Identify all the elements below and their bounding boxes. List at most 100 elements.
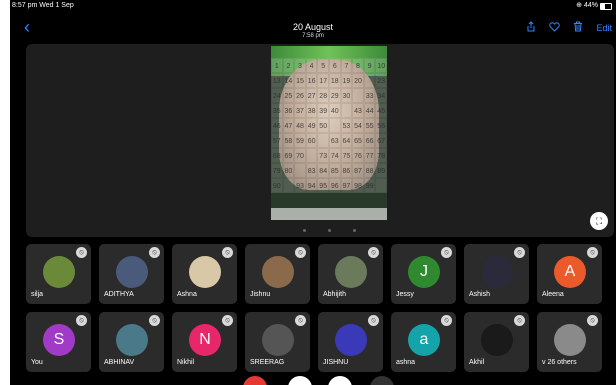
grid-number <box>352 88 364 103</box>
participant-tile[interactable]: ⦸ Akhil <box>464 312 529 372</box>
mic-button[interactable] <box>288 376 312 385</box>
grid-number: 99 <box>363 178 376 193</box>
grid-number: 24 <box>271 88 283 103</box>
camera-button[interactable] <box>328 376 352 385</box>
participant-tile[interactable]: ⦸ Ashish <box>464 244 529 304</box>
grid-number: 45 <box>375 103 387 118</box>
mic-muted-icon: ⦸ <box>514 247 525 258</box>
grid-number: 55 <box>363 118 376 133</box>
participant-tile[interactable]: S ⦸ You <box>26 312 91 372</box>
avatar <box>481 324 513 356</box>
grid-number: 48 <box>294 118 306 133</box>
grid-number: 58 <box>282 133 295 148</box>
page-title: 20 August <box>292 22 334 32</box>
mic-muted-icon: ⦸ <box>222 247 233 258</box>
page-indicator <box>272 225 386 235</box>
participant-tile[interactable]: a ⦸ ashna <box>391 312 456 372</box>
grid-number: 14 <box>282 73 295 88</box>
grid-number: 85 <box>329 163 341 178</box>
grid-number: 63 <box>329 133 341 148</box>
grid-number: 30 <box>340 88 353 103</box>
grid-number: 6 <box>329 58 341 73</box>
participant-tile[interactable]: J ⦸ Jessy <box>391 244 456 304</box>
grid-number: 96 <box>329 178 341 193</box>
avatar <box>554 324 586 356</box>
grid-number: 83 <box>305 163 318 178</box>
grid-number <box>317 133 329 148</box>
grid-number: 68 <box>271 148 283 163</box>
grid-number: 19 <box>340 73 353 88</box>
avatar <box>262 256 294 288</box>
avatar <box>116 256 148 288</box>
participant-tile[interactable]: ⦸ ADITHYA <box>99 244 164 304</box>
participant-tile[interactable]: ⦸ SREERAG <box>245 312 310 372</box>
grid-number: 89 <box>375 163 387 178</box>
mic-muted-icon: ⦸ <box>295 315 306 326</box>
participant-name: Ashish <box>469 291 491 298</box>
grid-number: 46 <box>271 118 283 133</box>
participant-name: ADITHYA <box>104 291 134 298</box>
trash-icon[interactable] <box>573 21 583 35</box>
mic-muted-icon: ⦸ <box>441 315 452 326</box>
grid-number: 79 <box>271 163 283 178</box>
participant-tile[interactable]: ⦸ Ashna <box>172 244 237 304</box>
status-right: ⊕ 44% <box>576 0 612 12</box>
participant-tile[interactable]: A ⦸ Aleena <box>537 244 602 304</box>
shared-screen-viewer: 1 2 3 4 5 6 7 8 9 10 13 14 15 16 17 18 19 20 23 24 25 26 27 28 2… <box>26 44 614 237</box>
grid-number: 33 <box>363 88 376 103</box>
photo-bottom-strip <box>271 208 387 220</box>
participant-row: ⦸ silja ⦸ ADITHYA ⦸ Ashna ⦸ Jishnu ⦸ Abhijith J ⦸ Je… <box>26 244 616 304</box>
more-options-button[interactable] <box>370 376 394 385</box>
grid-number: 54 <box>352 118 364 133</box>
participant-name: JISHNU <box>323 359 349 366</box>
participant-tile[interactable]: ⦸ Abhijith <box>318 244 383 304</box>
share-icon[interactable] <box>526 21 536 35</box>
end-call-button[interactable] <box>243 376 267 385</box>
participant-tile[interactable]: ⦸ ABHINAV <box>99 312 164 372</box>
grid-number: 10 <box>375 58 387 73</box>
avatar: J <box>408 256 440 288</box>
grid-number: 28 <box>317 88 329 103</box>
grid-number: 18 <box>329 73 341 88</box>
grid-number: 98 <box>352 178 364 193</box>
fullscreen-icon[interactable]: ⛶ <box>590 212 608 230</box>
grid-number: 59 <box>294 133 306 148</box>
participant-tile[interactable]: N ⦸ Nikhil <box>172 312 237 372</box>
edit-button[interactable]: Edit <box>596 23 612 33</box>
grid-number: 15 <box>294 73 306 88</box>
grid-number: 35 <box>271 103 283 118</box>
participant-name: ABHINAV <box>104 359 135 366</box>
status-time-date: 8:57 pm Wed 1 Sep <box>12 2 74 9</box>
grid-number <box>340 103 353 118</box>
grid-number: 34 <box>375 88 387 103</box>
grid-number: 84 <box>317 163 329 178</box>
grid-number: 9 <box>363 58 376 73</box>
participant-tile[interactable]: ⦸ silja <box>26 244 91 304</box>
mic-muted-icon: ⦸ <box>149 315 160 326</box>
grid-number: 56 <box>375 118 387 133</box>
grid-number: 50 <box>317 118 329 133</box>
grid-number: 57 <box>271 133 283 148</box>
grid-number: 39 <box>317 103 329 118</box>
avatar <box>335 256 367 288</box>
grid-number: 70 <box>294 148 306 163</box>
participant-tile[interactable]: ⦸ v 26 others <box>537 312 602 372</box>
favorite-heart-icon[interactable] <box>549 21 561 35</box>
grid-number: 2 <box>282 58 295 73</box>
grid-number: 47 <box>282 118 295 133</box>
participant-tile[interactable]: ⦸ Jishnu <box>245 244 310 304</box>
grid-number: 67 <box>375 133 387 148</box>
orientation-lock-icon: ⊕ <box>576 2 582 9</box>
grid-number: 53 <box>340 118 353 133</box>
mic-muted-icon: ⦸ <box>295 247 306 258</box>
participant-name: v 26 others <box>542 359 577 366</box>
participant-tile[interactable]: ⦸ JISHNU <box>318 312 383 372</box>
title-block: 20 August 7:58 pm <box>10 22 616 39</box>
grid-number <box>305 148 318 163</box>
participant-name: ashna <box>396 359 416 366</box>
avatar <box>481 256 513 288</box>
battery-percent: 44% <box>583 2 598 9</box>
grid-number: 90 <box>271 178 283 193</box>
grid-number <box>375 178 387 193</box>
grid-number: 43 <box>352 103 364 118</box>
